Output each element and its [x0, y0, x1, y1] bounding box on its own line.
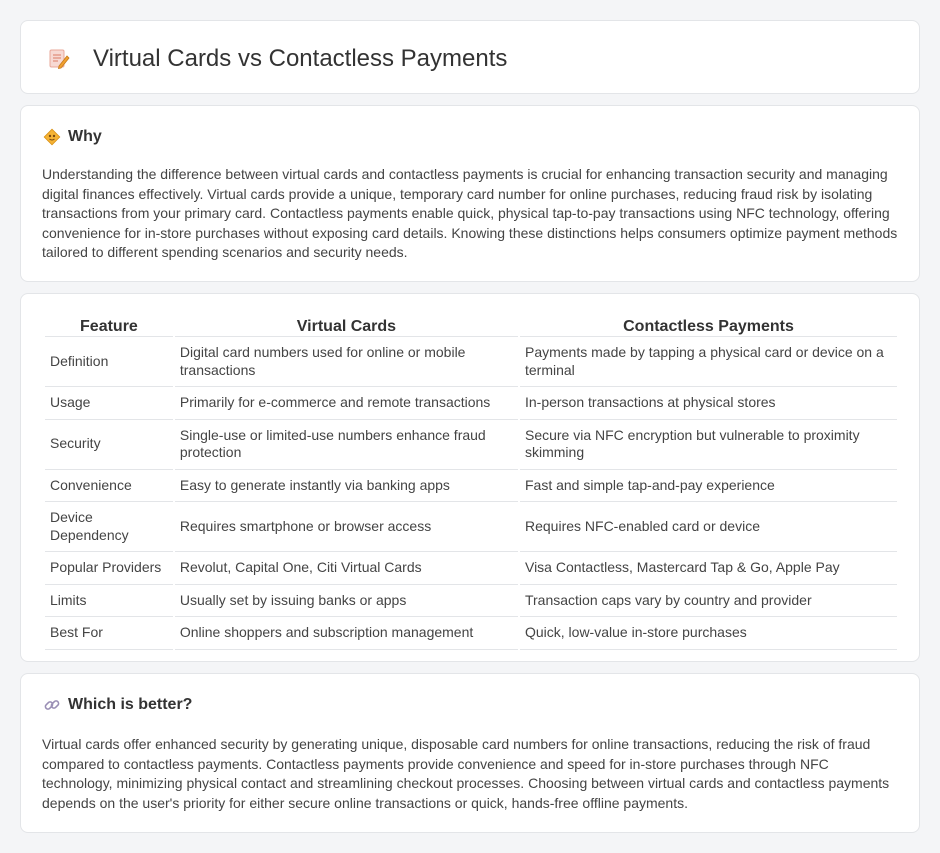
table-row: Usage Primarily for e-commerce and remot…: [45, 387, 897, 420]
virtual-cards-cell: Single-use or limited-use numbers enhanc…: [174, 420, 518, 470]
feature-cell: Popular Providers: [45, 552, 173, 585]
feature-cell: Best For: [45, 617, 173, 650]
better-body: Virtual cards offer enhanced security by…: [42, 736, 890, 811]
contactless-cell: Secure via NFC encryption but vulnerable…: [519, 420, 897, 470]
document-pencil-icon: [49, 49, 70, 70]
table-row: Best For Online shoppers and subscriptio…: [45, 617, 897, 650]
table-row: Device Dependency Requires smartphone or…: [45, 502, 897, 552]
table-row: Popular Providers Revolut, Capital One, …: [45, 552, 897, 585]
table-row: Security Single-use or limited-use numbe…: [45, 420, 897, 470]
contactless-cell: Visa Contactless, Mastercard Tap & Go, A…: [519, 552, 897, 585]
page-title: Virtual Cards vs Contactless Payments: [93, 45, 508, 72]
contactless-cell: Fast and simple tap-and-pay experience: [519, 470, 897, 502]
comparison-section: Feature Virtual Cards Contactless Paymen…: [20, 293, 920, 662]
virtual-cards-cell: Usually set by issuing banks or apps: [174, 585, 518, 617]
table-row: Convenience Easy to generate instantly v…: [45, 470, 897, 502]
virtual-cards-cell: Primarily for e-commerce and remote tran…: [174, 387, 518, 420]
contactless-cell: Quick, low-value in-store purchases: [519, 617, 897, 650]
virtual-cards-cell: Revolut, Capital One, Citi Virtual Cards: [174, 552, 518, 585]
header-contactless-payments: Contactless Payments: [519, 315, 897, 337]
why-body: Understanding the difference between vir…: [42, 166, 898, 260]
diamond-sign-icon: [43, 128, 61, 146]
why-heading: Why: [43, 128, 102, 146]
why-title: Why: [68, 128, 102, 145]
header-feature: Feature: [45, 315, 173, 337]
virtual-cards-cell: Easy to generate instantly via banking a…: [174, 470, 518, 502]
contactless-cell: Requires NFC-enabled card or device: [519, 502, 897, 552]
virtual-cards-cell: Online shoppers and subscription managem…: [174, 617, 518, 650]
better-heading: Which is better?: [43, 696, 192, 714]
virtual-cards-cell: Digital card numbers used for online or …: [174, 337, 518, 387]
which-is-better-section: Which is better? Virtual cards offer enh…: [20, 673, 920, 833]
why-section: Why Understanding the difference between…: [20, 105, 920, 282]
better-title: Which is better?: [68, 696, 193, 713]
comparison-table: Feature Virtual Cards Contactless Paymen…: [43, 315, 899, 650]
feature-cell: Limits: [45, 585, 173, 617]
feature-cell: Device Dependency: [45, 502, 173, 552]
link-icon: [44, 700, 60, 710]
header-card: Virtual Cards vs Contactless Payments: [20, 20, 920, 94]
virtual-cards-cell: Requires smartphone or browser access: [174, 502, 518, 552]
contactless-cell: Transaction caps vary by country and pro…: [519, 585, 897, 617]
contactless-cell: Payments made by tapping a physical card…: [519, 337, 897, 387]
title-row: Virtual Cards vs Contactless Payments: [47, 45, 507, 73]
header-virtual-cards: Virtual Cards: [174, 315, 518, 337]
feature-cell: Definition: [45, 337, 173, 387]
contactless-cell: In-person transactions at physical store…: [519, 387, 897, 420]
feature-cell: Usage: [45, 387, 173, 420]
table-header-row: Feature Virtual Cards Contactless Paymen…: [45, 315, 897, 337]
feature-cell: Convenience: [45, 470, 173, 502]
table-row: Definition Digital card numbers used for…: [45, 337, 897, 387]
table-row: Limits Usually set by issuing banks or a…: [45, 585, 897, 617]
feature-cell: Security: [45, 420, 173, 470]
